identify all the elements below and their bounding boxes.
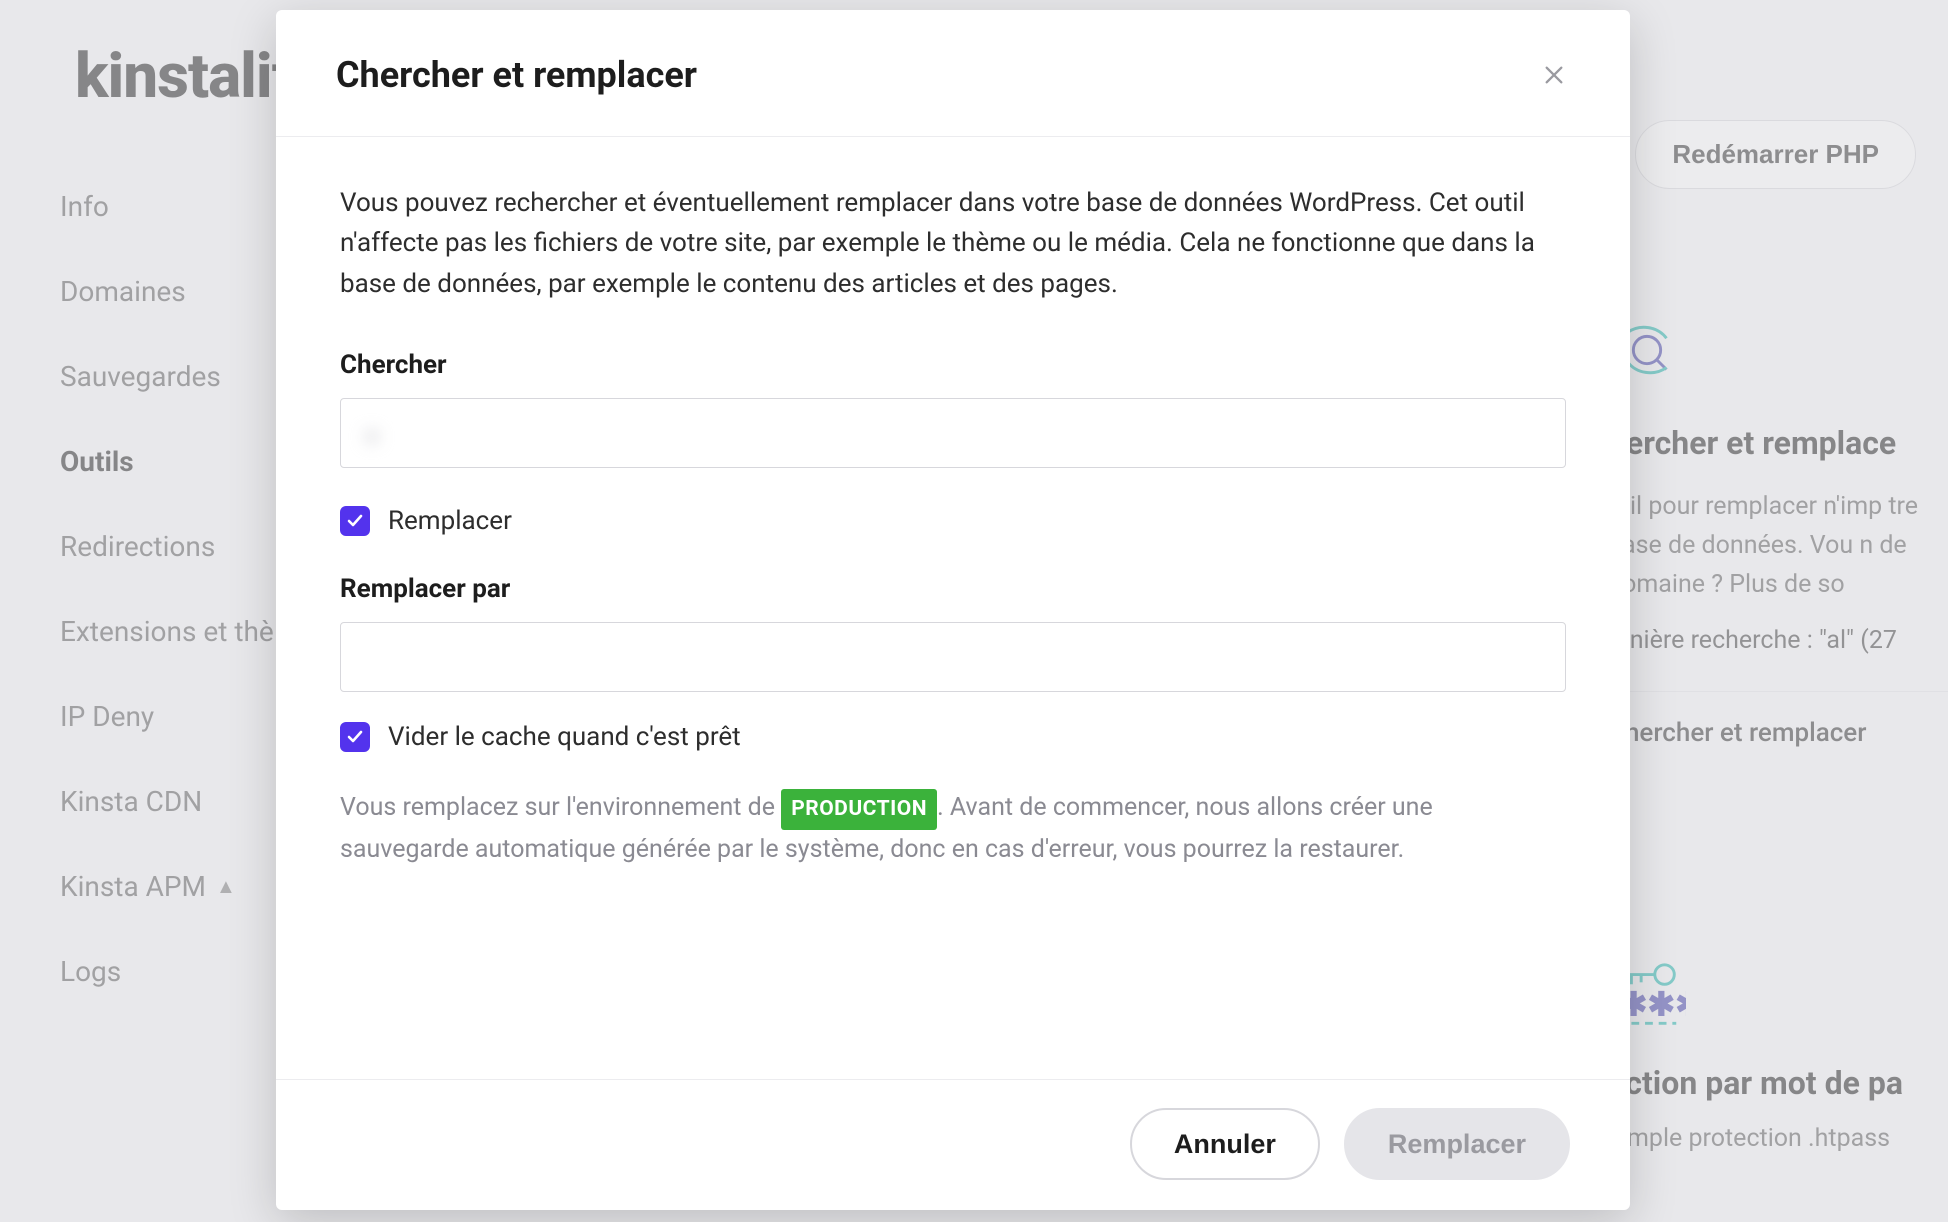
replace-checkbox-label: Remplacer — [388, 506, 512, 536]
close-icon — [1543, 64, 1565, 86]
clear-cache-checkbox-row: Vider le cache quand c'est prêt — [340, 722, 1566, 752]
check-icon — [347, 513, 363, 529]
modal-title: Chercher et remplacer — [336, 54, 697, 96]
replace-button[interactable]: Remplacer — [1344, 1108, 1570, 1180]
close-button[interactable] — [1538, 59, 1570, 91]
warning-text: Vous remplacez sur l'environnement de PR… — [340, 788, 1566, 871]
check-icon — [347, 729, 363, 745]
search-input[interactable] — [340, 398, 1566, 468]
replace-input[interactable] — [340, 622, 1566, 692]
cancel-label: Annuler — [1174, 1129, 1276, 1160]
replace-checkbox-row: Remplacer — [340, 506, 1566, 536]
search-replace-modal: Chercher et remplacer Vous pouvez recher… — [276, 10, 1630, 1210]
cancel-button[interactable]: Annuler — [1130, 1108, 1320, 1180]
env-badge: PRODUCTION — [781, 789, 937, 831]
search-label: Chercher — [340, 350, 1566, 380]
modal-body: Vous pouvez rechercher et éventuellement… — [276, 137, 1630, 1079]
warn-pre: Vous remplacez sur l'environnement de — [340, 793, 781, 822]
replace-label: Remplacer — [1388, 1129, 1526, 1160]
clear-cache-checkbox[interactable] — [340, 722, 370, 752]
clear-cache-checkbox-label: Vider le cache quand c'est prêt — [388, 722, 741, 752]
replace-checkbox[interactable] — [340, 506, 370, 536]
redacted-value: ● — [364, 420, 380, 451]
modal-header: Chercher et remplacer — [276, 10, 1630, 137]
modal-footer: Annuler Remplacer — [276, 1079, 1630, 1210]
modal-intro-text: Vous pouvez rechercher et éventuellement… — [340, 183, 1566, 304]
replace-label: Remplacer par — [340, 574, 1566, 604]
